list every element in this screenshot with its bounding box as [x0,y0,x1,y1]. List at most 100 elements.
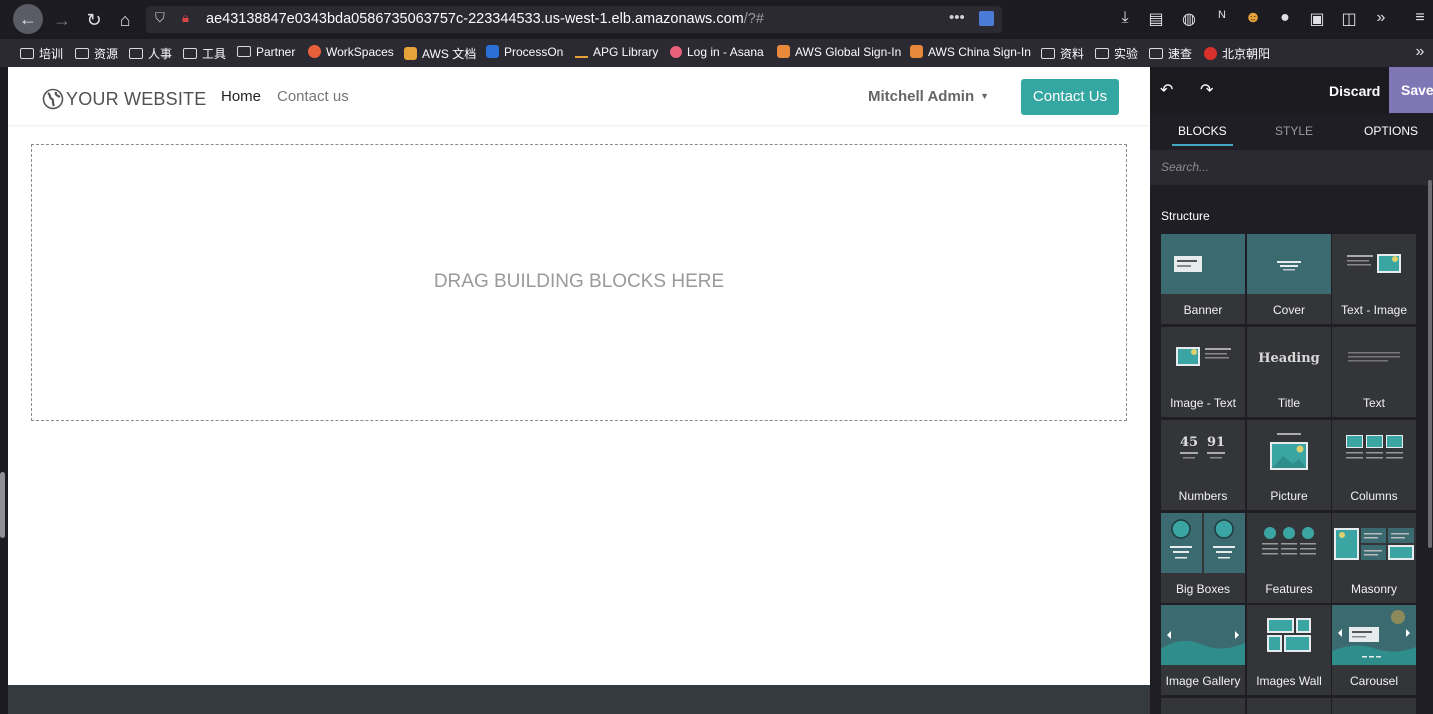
bookmark-item[interactable]: AWS 文档 [404,45,476,62]
block-images-wall[interactable]: Images Wall [1247,605,1331,695]
block-picture[interactable]: Picture [1247,420,1331,510]
block-label: Image - Text [1170,396,1236,410]
bookmark-label: 实验 [1114,47,1139,61]
bookmark-item[interactable]: 培训 [20,45,63,62]
url-text: ae43138847e0343bda0586735063757c-2233445… [206,11,764,27]
bookmark-item[interactable]: WorkSpaces [308,45,394,59]
left-scroll-handle[interactable] [0,472,5,538]
image-gallery-thumbnail [1161,605,1245,665]
bookmark-item[interactable]: 工具 [183,45,226,62]
bookmark-item[interactable]: APG Library [575,45,658,59]
url-bar[interactable]: ⛉ 🔒︎ ae43138847e0343bda0586735063757c-22… [146,6,1002,33]
home-button[interactable]: ⌂ [111,6,139,34]
carousel-thumbnail [1332,605,1416,665]
drop-zone-label: DRAG BUILDING BLOCKS HERE [433,271,725,292]
library-icon[interactable]: ▤ [1146,9,1166,29]
reader-icon[interactable]: ◫ [1339,9,1359,29]
block-search-input[interactable] [1161,160,1421,174]
nav-home[interactable]: Home [221,88,261,105]
website-page: YOUR WEBSITE Home Contact us Mitchell Ad… [8,67,1150,714]
text-thumbnail [1332,327,1416,387]
block-carousel[interactable]: Carousel [1332,605,1416,695]
extension-icon[interactable]: ◍ [1179,9,1199,29]
tab-style[interactable]: STYLE [1275,124,1313,138]
masonry-thumbnail [1332,513,1416,573]
reload-button[interactable]: ↻ [80,6,108,34]
url-host: ae43138847e0343bda0586735063757c-2233445… [206,11,744,27]
block-label: Banner [1183,303,1223,317]
site-logo[interactable]: YOUR WEBSITE [42,84,206,114]
tab-blocks[interactable]: BLOCKS [1172,124,1233,146]
block-label: Picture [1270,489,1308,503]
aws-cube-icon [777,45,790,58]
block-image-text[interactable]: Image - Text [1161,327,1245,417]
block-text-image[interactable]: Text - Image [1332,234,1416,324]
bookmark-label: AWS Global Sign-In [795,45,902,59]
block-numbers[interactable]: 45 91 Numbers [1161,420,1245,510]
more-actions-icon[interactable]: ••• [949,9,965,26]
forward-button[interactable]: → [48,6,76,34]
block-search [1150,150,1433,185]
block-big-boxes[interactable]: Big Boxes [1161,513,1245,603]
aws-icon [575,49,588,58]
bookmark-label: AWS China Sign-In [928,45,1031,59]
block-label: Columns [1350,489,1398,503]
notion-icon[interactable]: N [1212,9,1232,21]
undo-icon[interactable]: ↶ [1160,80,1173,100]
download-icon[interactable]: ⤓ [1115,9,1135,27]
block-partial[interactable] [1161,698,1245,714]
block-image-gallery[interactable]: Image Gallery [1161,605,1245,695]
nav-contact-us[interactable]: Contact us [277,88,349,105]
folder-icon [1095,48,1109,59]
folder-icon [75,48,89,59]
bookmark-item[interactable]: AWS China Sign-In [910,45,1031,59]
text-image-thumbnail [1332,234,1416,294]
block-features[interactable]: Features [1247,513,1331,603]
bookmark-item[interactable]: ProcessOn [486,45,563,59]
screenshot-icon[interactable]: ▣ [1307,9,1327,29]
block-title[interactable]: Heading Title [1247,327,1331,417]
bookmark-item[interactable]: AWS Global Sign-In [777,45,901,59]
bookmark-item[interactable]: Log in - Asana [670,45,764,59]
block-masonry[interactable]: Masonry [1332,513,1416,603]
shield-icon: ⛉ [155,10,165,25]
bookmark-item[interactable]: 实验 [1095,45,1138,62]
save-button[interactable]: Save [1389,67,1433,113]
redo-icon[interactable]: ↷ [1200,80,1213,100]
site-header: YOUR WEBSITE Home Contact us Mitchell Ad… [8,67,1150,125]
insecure-lock-icon: 🔒︎ [182,10,189,25]
site-footer [8,685,1150,714]
arrow-left-icon: ← [19,9,37,29]
editor-scrollbar[interactable] [1428,180,1432,548]
bookmark-label: Log in - Asana [687,45,764,59]
bookmark-item[interactable]: 人事 [129,45,172,62]
overflow-chevron-icon[interactable]: » [1371,9,1391,27]
bookmark-item[interactable]: 北京朝阳 [1204,45,1270,62]
bookmark-item[interactable]: Partner [237,45,295,59]
bookmark-item[interactable]: 资料 [1041,45,1084,62]
bookmark-item[interactable]: 速查 [1149,45,1192,62]
translate-icon[interactable] [979,11,994,26]
block-banner[interactable]: Banner [1161,234,1245,324]
bookmark-item[interactable]: 资源 [75,45,118,62]
tampermonkey-icon[interactable]: ☻ [1243,9,1263,27]
tab-options[interactable]: OPTIONS [1364,124,1418,138]
block-label: Text [1362,396,1385,410]
menu-icon[interactable]: ≡ [1410,9,1430,27]
user-name: Mitchell Admin [868,88,975,105]
contact-us-button[interactable]: Contact Us [1021,79,1119,115]
block-columns[interactable]: Columns [1332,420,1416,510]
folder-icon [183,48,197,59]
block-partial[interactable] [1247,698,1331,714]
user-menu[interactable]: Mitchell Admin ▼ [868,88,989,105]
bookmark-label: AWS 文档 [422,47,477,61]
block-cover[interactable]: Cover [1247,234,1331,324]
circle-extension-icon[interactable]: ● [1275,9,1295,27]
discard-button[interactable]: Discard [1329,83,1380,99]
block-text[interactable]: Text [1332,327,1416,417]
block-partial[interactable] [1332,698,1416,714]
drop-zone[interactable]: DRAG BUILDING BLOCKS HERE [31,144,1127,421]
back-button[interactable]: ← [13,4,43,34]
bookmarks-overflow-icon[interactable]: » [1410,43,1430,61]
url-path: /?# [743,11,764,27]
